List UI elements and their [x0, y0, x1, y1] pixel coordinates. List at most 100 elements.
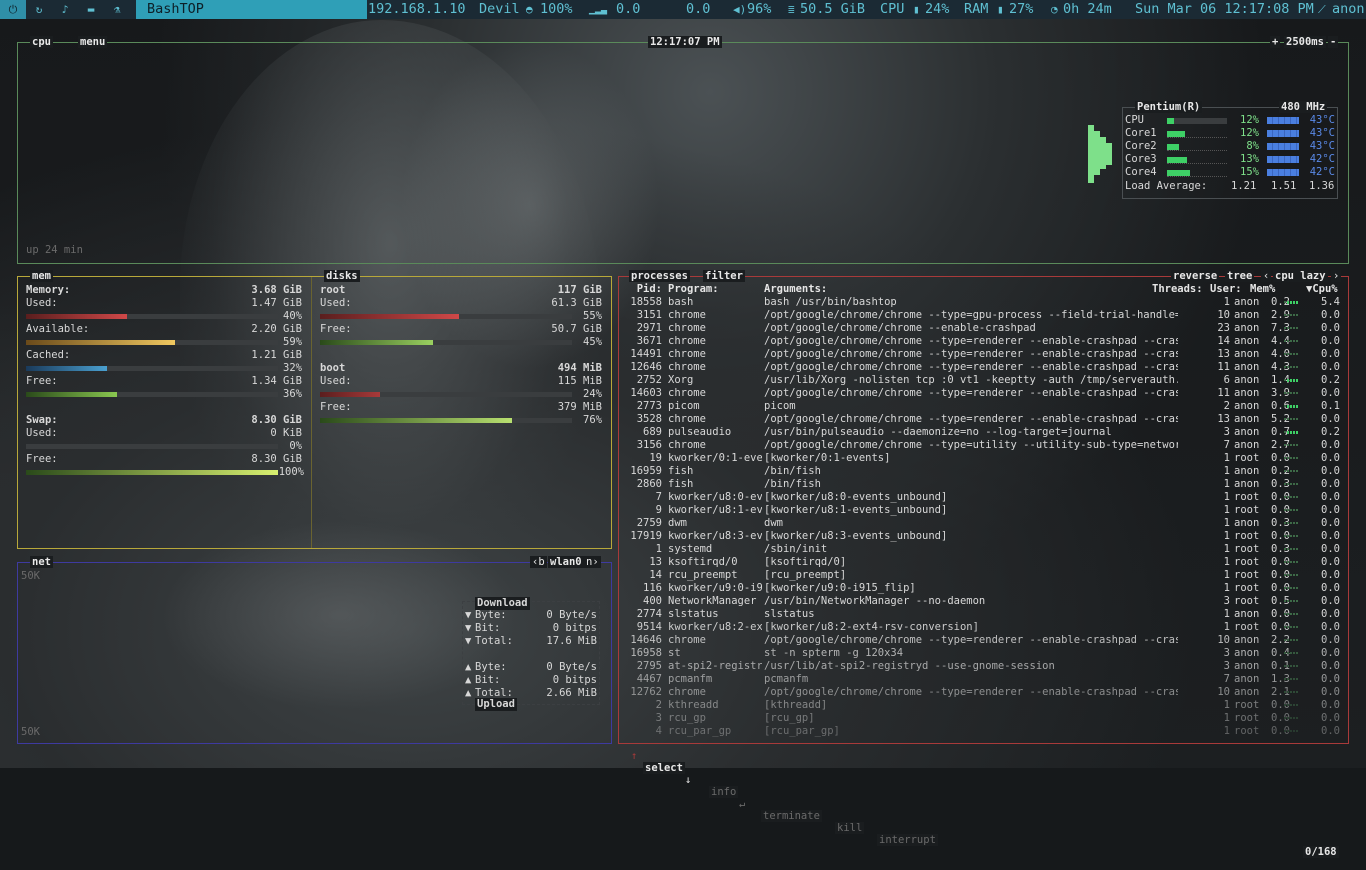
reverse-button[interactable]: reverse [1171, 270, 1220, 282]
process-row[interactable]: 1 systemd/sbin/init 1 root 0.3 0.0 [624, 543, 1344, 556]
process-row[interactable]: 3528 chrome/opt/google/chrome/chrome --ty… [624, 413, 1344, 426]
col-user[interactable]: User: [1210, 283, 1242, 296]
process-row[interactable]: 14603 chrome/opt/google/chrome/chrome --t… [624, 387, 1344, 400]
cpu-panel-title[interactable]: cpu [30, 36, 53, 48]
process-row[interactable]: 4467 pcmanfm pcmanfm 7 anon 1.3 0.0 [624, 673, 1344, 686]
col-cpu[interactable]: ▼Cpu% [1306, 283, 1338, 296]
mem-panel-title[interactable]: mem [30, 270, 53, 282]
process-pid: 9514 [636, 621, 662, 633]
process-thr: 1 [1223, 504, 1230, 516]
folder-icon[interactable]: ▬ [78, 0, 104, 19]
proc-bottom-bar: ↑ select ↓ info ↵ terminate kill interru… [619, 738, 1339, 858]
process-row[interactable]: 16959 fish/bin/fish 1 anon 0.2 0.0 [624, 465, 1344, 478]
process-row[interactable]: 2795 at-spi2-registr/usr/lib/at-spi2-regi… [624, 660, 1344, 673]
process-pid: 9 [655, 504, 662, 516]
interrupt-button[interactable]: interrupt [877, 834, 938, 846]
process-row[interactable]: 2752 Xorg/usr/lib/Xorg -nolisten tcp :0 v… [624, 374, 1344, 387]
net-stat-label: Byte: [475, 609, 507, 621]
iface-prev-button[interactable]: ‹b [530, 556, 547, 568]
flask-icon[interactable]: ⚗ [104, 0, 130, 19]
process-thr: 10 [1217, 634, 1230, 646]
process-row[interactable]: 14 rcu_preempt [rcu_preempt] 1 root 0.0 0.0 [624, 569, 1344, 582]
tree-button[interactable]: tree [1225, 270, 1255, 282]
process-cpu-minigraph [1284, 465, 1314, 478]
process-row[interactable]: 14491 chrome/opt/google/chrome/chrome --t… [624, 348, 1344, 361]
iface-next-button[interactable]: n› [584, 556, 601, 568]
process-row[interactable]: 9 kworker/u8:1-ev [kworker/u8:1-events_unb… [624, 504, 1344, 517]
process-row[interactable]: 14646 chrome/opt/google/chrome/chrome --t… [624, 634, 1344, 647]
active-window-title[interactable]: BashTOP [136, 0, 367, 19]
interval-increase-button[interactable]: + [1270, 36, 1281, 48]
process-row[interactable]: 3671 chrome/opt/google/chrome/chrome --ty… [624, 335, 1344, 348]
process-thr: 1 [1223, 478, 1230, 490]
sort-prev-button[interactable]: ‹ [1261, 270, 1272, 282]
process-prog: chrome [668, 348, 706, 360]
process-row[interactable]: 17919 kworker/u8:3-ev [kworker/u8:3-events… [624, 530, 1344, 543]
menu-button[interactable]: menu [78, 36, 108, 48]
col-threads[interactable]: Threads: [1152, 283, 1203, 296]
net-scale-top: 50K [21, 570, 40, 582]
cpu-core-name: CPU [1125, 114, 1144, 126]
cpu-frequency: 480 MHz [1279, 101, 1328, 113]
col-arguments[interactable]: Arguments: [764, 283, 827, 296]
select-up-button[interactable]: ↑ [631, 750, 637, 762]
process-row[interactable]: 2773 picom picom 2 anon 0.6 0.1 [624, 400, 1344, 413]
process-row[interactable]: 2774 slstatus slstatus 1 anon 0.0 0.0 [624, 608, 1344, 621]
net-panel-title[interactable]: net [30, 556, 53, 568]
col-pid[interactable]: Pid: [632, 283, 662, 296]
process-row[interactable]: 18558 bash bash /usr/bin/bashtop 1 anon 0.2 5.… [624, 296, 1344, 309]
interval-decrease-button[interactable]: - [1328, 36, 1339, 48]
process-pid: 3156 [636, 439, 662, 451]
process-row[interactable]: 13 ksoftirqd/0 [ksoftirqd/0] 1 root 0.0 0.0 [624, 556, 1344, 569]
process-thr: 3 [1223, 595, 1230, 607]
filter-button[interactable]: filter [703, 270, 745, 282]
kill-button[interactable]: kill [835, 822, 865, 834]
refresh-icon[interactable]: ↻ [26, 0, 52, 19]
process-row[interactable]: 12762 chrome/opt/google/chrome/chrome --t… [624, 686, 1344, 699]
process-row[interactable]: 400 NetworkManager/usr/bin/NetworkManager… [624, 595, 1344, 608]
process-row[interactable]: 12646 chrome/opt/google/chrome/chrome --t… [624, 361, 1344, 374]
processes-panel-title[interactable]: processes [629, 270, 690, 282]
select-button[interactable]: select [643, 762, 685, 774]
process-row[interactable]: 4 rcu_par_gp [rcu_par_gp] 1 root 0.0 0.0 [624, 725, 1344, 738]
process-row[interactable]: 689 pulseaudio/usr/bin/pulseaudio --daemo… [624, 426, 1344, 439]
disks-panel-title[interactable]: disks [324, 270, 360, 282]
power-icon[interactable]: ⏻ [0, 0, 26, 19]
process-prog: pcmanfm [668, 673, 713, 685]
process-row[interactable]: 2971 chrome/opt/google/chrome/chrome --en… [624, 322, 1344, 335]
process-row[interactable]: 3156 chrome/opt/google/chrome/chrome --ty… [624, 439, 1344, 452]
process-args: [kthreadd] [764, 699, 828, 711]
process-row[interactable]: 19 kworker/0:1-eve [kworker/0:1-events] 1 ro… [624, 452, 1344, 465]
cpu-core-temp: 43°C [1309, 114, 1335, 126]
username: anon [1332, 1, 1365, 17]
cpu-core-name: Core1 [1125, 127, 1157, 139]
process-cpu-minigraph [1284, 400, 1314, 413]
process-row[interactable]: 2860 fish/bin/fish 1 anon 0.3 0.0 [624, 478, 1344, 491]
process-prog: rcu_par_gp [668, 725, 732, 737]
process-thr: 6 [1223, 374, 1230, 386]
col-mem[interactable]: Mem% [1250, 283, 1275, 296]
info-button[interactable]: info [709, 786, 739, 798]
process-pid: 12762 [630, 686, 662, 698]
tiktok-icon[interactable]: ♪ [52, 0, 78, 19]
mem-free-bar [26, 392, 278, 397]
process-row[interactable]: 2759 dwm dwm 1 anon 0.3 0.0 [624, 517, 1344, 530]
process-cpu-minigraph [1284, 543, 1314, 556]
process-row[interactable]: 9514 kworker/u8:2-ex [kworker/u8:2-ext4-rs… [624, 621, 1344, 634]
process-row[interactable]: 3 rcu_gp [rcu_gp] 1 root 0.0 0.0 [624, 712, 1344, 725]
process-thr: 3 [1223, 426, 1230, 438]
process-args: /usr/bin/NetworkManager --no-daemon [764, 595, 986, 607]
process-row[interactable]: 116 kworker/u9:0-i9 [kworker/u9:0-i915_fli… [624, 582, 1344, 595]
select-down-button[interactable]: ↓ [685, 774, 691, 786]
col-program[interactable]: Program: [668, 283, 719, 296]
terminate-button[interactable]: terminate [761, 810, 822, 822]
process-row[interactable]: 2 kthreadd [kthreadd] 1 root 0.0 0.0 [624, 699, 1344, 712]
swap-used-value: 0 KiB [270, 427, 302, 439]
process-row[interactable]: 7 kworker/u8:0-ev [kworker/u8:0-events_unb… [624, 491, 1344, 504]
process-args: /opt/google/chrome/chrome --type=rendere… [764, 686, 1178, 698]
process-cpu-minigraph [1284, 530, 1314, 543]
process-pid: 4467 [636, 673, 662, 685]
process-row[interactable]: 16958st st -n spterm -g 120x34 3 anon 0.4 0.0 [624, 647, 1344, 660]
sort-next-button[interactable]: › [1331, 270, 1342, 282]
process-row[interactable]: 3151 chrome/opt/google/chrome/chrome --ty… [624, 309, 1344, 322]
